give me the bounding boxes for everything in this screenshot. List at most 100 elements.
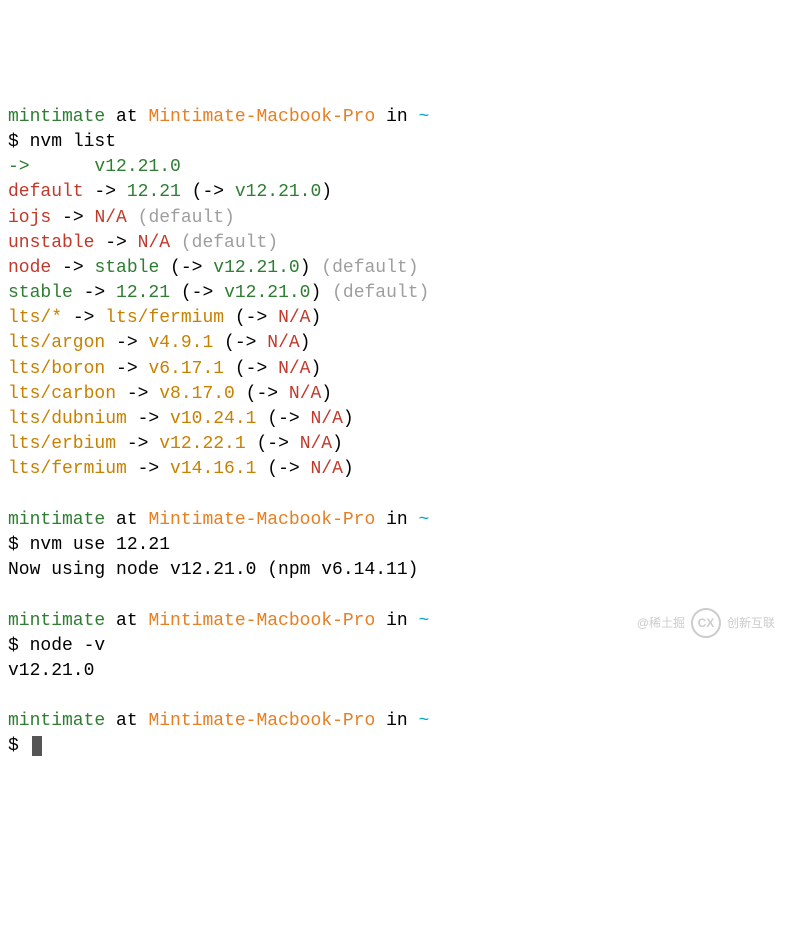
command-text: nvm use 12.21 bbox=[30, 535, 170, 555]
prompt-user: mintimate bbox=[8, 611, 105, 631]
nvm-close: ) bbox=[321, 384, 332, 404]
prompt-in: in bbox=[375, 107, 418, 127]
nvm-open: (-> bbox=[246, 434, 300, 454]
prompt-at: at bbox=[105, 611, 148, 631]
prompt-at: at bbox=[105, 510, 148, 530]
nvm-val: N/A bbox=[138, 233, 170, 253]
nvm-key-iojs: iojs bbox=[8, 208, 51, 228]
nvm-close: ) bbox=[310, 283, 321, 303]
prompt-host: Mintimate-Macbook-Pro bbox=[148, 510, 375, 530]
prompt-at: at bbox=[105, 107, 148, 127]
nvm-val: stable bbox=[94, 258, 159, 278]
nvm-resolved: N/A bbox=[310, 459, 342, 479]
nvm-key-dubnium: lts/dubnium bbox=[8, 409, 127, 429]
nvm-key-unstable: unstable bbox=[8, 233, 94, 253]
terminal-output[interactable]: mintimate at Mintimate-Macbook-Pro in ~ … bbox=[8, 105, 777, 760]
nvm-key-node: node bbox=[8, 258, 51, 278]
command-text: node -v bbox=[30, 636, 106, 656]
nvm-open: (-> bbox=[170, 283, 224, 303]
nvm-resolved: v12.21.0 bbox=[235, 182, 321, 202]
nvm-key-stable: stable bbox=[8, 283, 73, 303]
nvm-open: (-> bbox=[159, 258, 213, 278]
nvm-key-default: default bbox=[8, 182, 84, 202]
watermark-logo-icon: CX bbox=[691, 608, 721, 638]
nvm-arrow: -> bbox=[127, 459, 170, 479]
nvm-resolved: N/A bbox=[278, 308, 310, 328]
nvm-open: (-> bbox=[235, 384, 289, 404]
prompt-at: at bbox=[105, 711, 148, 731]
nvm-open: (-> bbox=[256, 409, 310, 429]
nvm-close: ) bbox=[300, 333, 311, 353]
nvm-resolved: N/A bbox=[278, 359, 310, 379]
nvm-spacer bbox=[30, 157, 95, 177]
nvm-val: v10.24.1 bbox=[170, 409, 256, 429]
nvm-val: v4.9.1 bbox=[148, 333, 213, 353]
nvm-resolved: N/A bbox=[289, 384, 321, 404]
prompt-user: mintimate bbox=[8, 711, 105, 731]
prompt-path: ~ bbox=[419, 510, 430, 530]
nvm-key-argon: lts/argon bbox=[8, 333, 105, 353]
nvm-current-version: v12.21.0 bbox=[94, 157, 180, 177]
nvm-resolved: v12.21.0 bbox=[213, 258, 299, 278]
nvm-key-ltsstar: lts/* bbox=[8, 308, 62, 328]
nvm-open: (-> bbox=[256, 459, 310, 479]
nvm-val: lts/fermium bbox=[105, 308, 224, 328]
nvm-val: v6.17.1 bbox=[148, 359, 224, 379]
nvm-arrow: -> bbox=[51, 258, 94, 278]
nvm-arrow: -> bbox=[105, 359, 148, 379]
nvm-suffix: (default) bbox=[321, 283, 429, 303]
nvm-arrow: -> bbox=[116, 434, 159, 454]
prompt-user: mintimate bbox=[8, 107, 105, 127]
nvm-key-carbon: lts/carbon bbox=[8, 384, 116, 404]
nvm-close: ) bbox=[310, 308, 321, 328]
nvm-arrow: -> bbox=[105, 333, 148, 353]
nvm-close: ) bbox=[321, 182, 332, 202]
watermark-text2: 创新互联 bbox=[727, 615, 775, 632]
nvm-resolved: N/A bbox=[267, 333, 299, 353]
nvm-close: ) bbox=[343, 459, 354, 479]
nvm-open: (-> bbox=[181, 182, 235, 202]
nvm-key-erbium: lts/erbium bbox=[8, 434, 116, 454]
nvm-open: (-> bbox=[213, 333, 267, 353]
nvm-val: 12.21 bbox=[116, 283, 170, 303]
nvm-suffix: (default) bbox=[311, 258, 419, 278]
terminal-cursor[interactable] bbox=[32, 736, 42, 756]
nvm-val: 12.21 bbox=[127, 182, 181, 202]
nvm-arrow: -> bbox=[84, 182, 127, 202]
nvm-close: ) bbox=[300, 258, 311, 278]
nvm-resolved: N/A bbox=[310, 409, 342, 429]
prompt-char: $ bbox=[8, 535, 30, 555]
nvm-val: N/A bbox=[94, 208, 126, 228]
nvm-open: (-> bbox=[224, 308, 278, 328]
watermark-text1: @稀土掘 bbox=[637, 615, 685, 632]
prompt-path: ~ bbox=[419, 711, 430, 731]
nvm-val: v14.16.1 bbox=[170, 459, 256, 479]
prompt-path: ~ bbox=[419, 611, 430, 631]
nvm-suffix: (default) bbox=[127, 208, 235, 228]
nvm-arrow: -> bbox=[51, 208, 94, 228]
nvm-open: (-> bbox=[224, 359, 278, 379]
prompt-char: $ bbox=[8, 132, 30, 152]
nvm-use-output: Now using node v12.21.0 (npm v6.14.11) bbox=[8, 560, 418, 580]
nvm-arrow: -> bbox=[116, 384, 159, 404]
prompt-in: in bbox=[375, 711, 418, 731]
nvm-current-arrow: -> bbox=[8, 157, 30, 177]
prompt-path: ~ bbox=[419, 107, 430, 127]
watermark: @稀土掘 CX 创新互联 bbox=[637, 608, 775, 638]
nvm-arrow: -> bbox=[94, 233, 137, 253]
nvm-close: ) bbox=[310, 359, 321, 379]
prompt-host: Mintimate-Macbook-Pro bbox=[148, 711, 375, 731]
prompt-char: $ bbox=[8, 636, 30, 656]
prompt-in: in bbox=[375, 510, 418, 530]
prompt-host: Mintimate-Macbook-Pro bbox=[148, 107, 375, 127]
prompt-in: in bbox=[375, 611, 418, 631]
nvm-key-boron: lts/boron bbox=[8, 359, 105, 379]
prompt-user: mintimate bbox=[8, 510, 105, 530]
nvm-suffix: (default) bbox=[170, 233, 278, 253]
prompt-char: $ bbox=[8, 736, 30, 756]
nvm-close: ) bbox=[343, 409, 354, 429]
nvm-close: ) bbox=[332, 434, 343, 454]
nvm-arrow: -> bbox=[127, 409, 170, 429]
nvm-val: v8.17.0 bbox=[159, 384, 235, 404]
nvm-arrow: -> bbox=[73, 283, 116, 303]
